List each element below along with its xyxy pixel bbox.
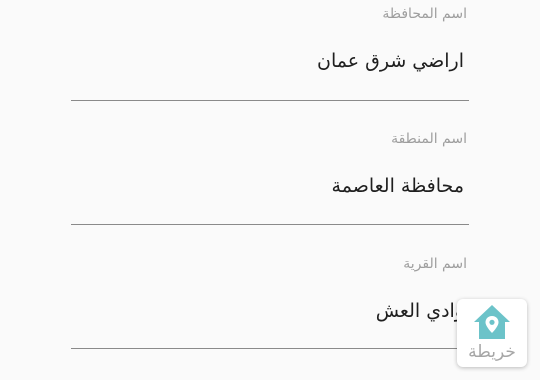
village-underline: [71, 348, 469, 349]
village-field[interactable]: اسم القرية وادي العش: [71, 250, 469, 352]
area-value[interactable]: محافظة العاصمة: [332, 175, 464, 197]
governorate-label: اسم المحافظة: [382, 6, 467, 22]
map-button[interactable]: خريطة: [457, 299, 527, 367]
map-button-label: خريطة: [468, 342, 516, 362]
governorate-field[interactable]: اسم المحافظة اراضي شرق عمان: [71, 0, 469, 102]
area-field[interactable]: اسم المنطقة محافظة العاصمة: [71, 125, 469, 227]
area-label: اسم المنطقة: [391, 131, 467, 147]
village-label: اسم القرية: [403, 256, 467, 272]
governorate-value[interactable]: اراضي شرق عمان: [317, 50, 464, 72]
governorate-underline: [71, 100, 469, 101]
area-underline: [71, 224, 469, 225]
village-value[interactable]: وادي العش: [376, 300, 464, 322]
home-location-icon: [474, 305, 510, 339]
